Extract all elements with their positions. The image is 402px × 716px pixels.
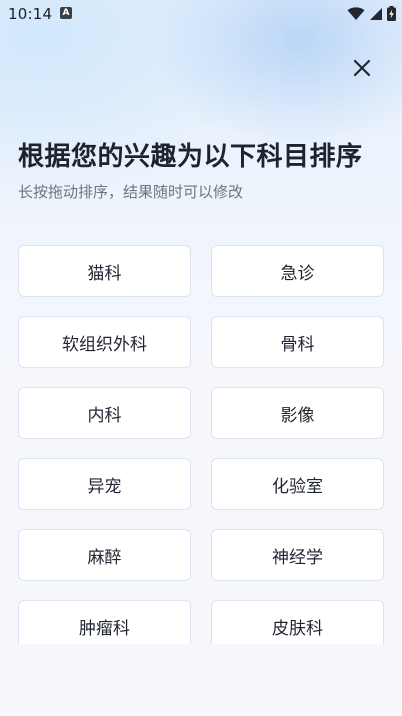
- subject-card-cats[interactable]: 猫科: [18, 245, 191, 297]
- close-button[interactable]: [350, 56, 374, 80]
- status-icons: [347, 6, 396, 21]
- subject-card-oncology[interactable]: 肿瘤科: [18, 600, 191, 644]
- status-bar: 10:14 A: [0, 0, 402, 28]
- subject-card-internal-medicine[interactable]: 内科: [18, 387, 191, 439]
- subject-card-laboratory[interactable]: 化验室: [211, 458, 384, 510]
- close-icon: [353, 59, 371, 77]
- app-notification-icon: A: [60, 7, 72, 19]
- subject-card-soft-tissue-surgery[interactable]: 软组织外科: [18, 316, 191, 368]
- subject-card-emergency[interactable]: 急诊: [211, 245, 384, 297]
- status-time: 10:14: [8, 5, 53, 23]
- battery-charging-icon: [387, 6, 396, 21]
- subject-list[interactable]: 猫科 急诊 软组织外科 骨科 内科 影像 异宠 化验室 麻醉 神经学 肿瘤科 皮…: [0, 240, 402, 644]
- subject-card-exotic-pets[interactable]: 异宠: [18, 458, 191, 510]
- page-title: 根据您的兴趣为以下科目排序: [18, 142, 363, 172]
- subject-card-anesthesia[interactable]: 麻醉: [18, 529, 191, 581]
- subject-card-dermatology[interactable]: 皮肤科: [211, 600, 384, 644]
- page-subtitle: 长按拖动排序，结果随时可以修改: [18, 183, 244, 201]
- subject-grid: 猫科 急诊 软组织外科 骨科 内科 影像 异宠 化验室 麻醉 神经学 肿瘤科 皮…: [18, 245, 384, 644]
- subject-card-imaging[interactable]: 影像: [211, 387, 384, 439]
- cellular-signal-icon: [370, 7, 382, 20]
- wifi-icon: [347, 6, 365, 20]
- subject-card-orthopedics[interactable]: 骨科: [211, 316, 384, 368]
- subject-card-neurology[interactable]: 神经学: [211, 529, 384, 581]
